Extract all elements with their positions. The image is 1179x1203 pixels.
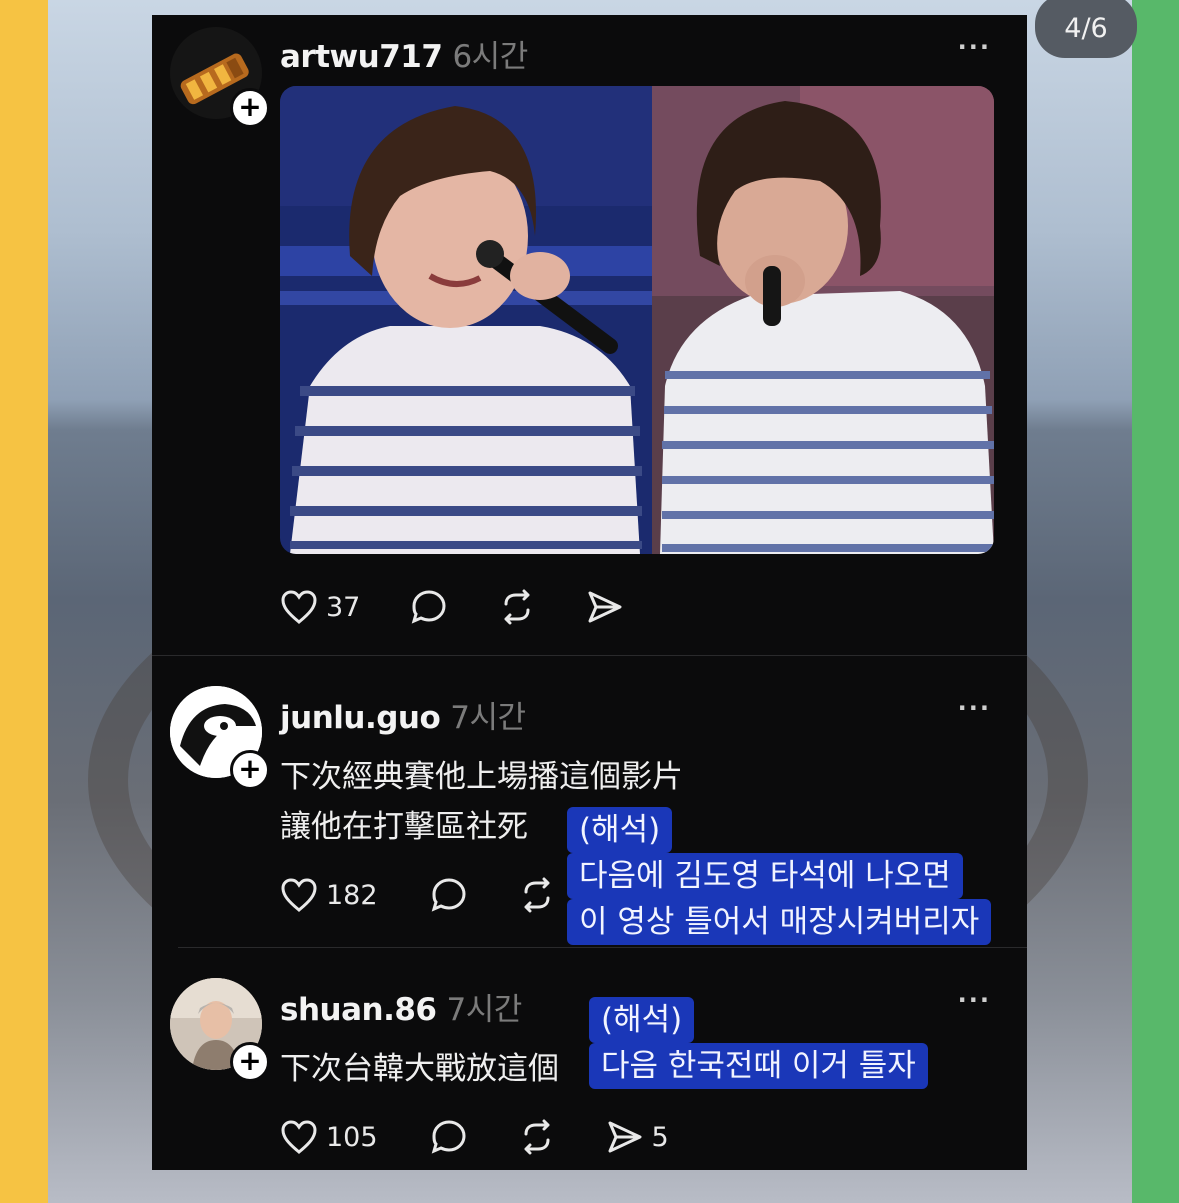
post-text-line-2: 讓他在打擊區社死 xyxy=(280,809,528,845)
username[interactable]: shuan.86 xyxy=(280,992,437,1028)
comment-button[interactable] xyxy=(430,876,468,914)
post-header: junlu.guo 7시간 xyxy=(280,692,526,737)
post-actions: 37 xyxy=(280,588,674,626)
share-count: 5 xyxy=(651,1121,669,1153)
more-options-icon[interactable]: ··· xyxy=(958,694,991,722)
comment-icon xyxy=(431,1120,466,1154)
share-button[interactable] xyxy=(586,589,624,625)
translation-line: 다음에 김도영 타석에 나오면 xyxy=(567,853,963,899)
post-header: shuan.86 7시간 xyxy=(280,984,522,1029)
like-button[interactable]: 105 xyxy=(280,1119,378,1155)
post-actions: 105 5 xyxy=(280,1118,719,1156)
post-time: 6시간 xyxy=(452,39,528,75)
post-artwu717: + artwu717 6시간 ··· 37 xyxy=(152,15,1027,655)
username[interactable]: junlu.guo xyxy=(280,700,441,736)
repost-icon xyxy=(524,1119,550,1155)
username[interactable]: artwu717 xyxy=(280,39,443,75)
translation-line: 다음 한국전때 이거 틀자 xyxy=(589,1043,928,1089)
page-counter: 4/6 xyxy=(1035,0,1137,58)
comment-button[interactable] xyxy=(410,588,448,626)
translation-label: (해석) xyxy=(589,997,695,1043)
follow-plus-icon[interactable]: + xyxy=(230,750,270,790)
translation-label: (해석) xyxy=(567,807,673,853)
post-image[interactable] xyxy=(280,86,994,554)
repost-button[interactable] xyxy=(518,876,556,914)
share-icon xyxy=(588,591,622,623)
post-header: artwu717 6시간 xyxy=(280,31,528,76)
post-actions: 182 xyxy=(280,876,606,914)
like-count: 182 xyxy=(326,879,378,911)
like-button[interactable]: 37 xyxy=(280,589,360,625)
heart-icon xyxy=(281,878,317,912)
heart-icon xyxy=(281,590,317,624)
post-text-line-1: 下次經典賽他上場播這個影片 xyxy=(280,759,683,795)
post-time: 7시간 xyxy=(450,700,526,736)
more-options-icon[interactable]: ··· xyxy=(958,986,991,1014)
comment-icon xyxy=(412,590,446,624)
post-text-line-1: 下次台韓大戰放這個 xyxy=(280,1051,559,1087)
comment-icon xyxy=(431,878,466,912)
repost-icon xyxy=(504,589,530,625)
like-button[interactable]: 182 xyxy=(280,877,378,913)
heart-icon xyxy=(281,1120,317,1154)
repost-button[interactable] xyxy=(498,588,536,626)
repost-button[interactable] xyxy=(518,1118,556,1156)
threads-screenshot: + artwu717 6시간 ··· 37 + junlu.guo 7시간 ··… xyxy=(152,15,1027,1170)
follow-plus-icon[interactable]: + xyxy=(230,88,270,128)
left-color-strip xyxy=(0,0,48,1203)
share-icon xyxy=(608,1121,642,1153)
like-count: 105 xyxy=(326,1121,378,1153)
share-button[interactable]: 5 xyxy=(606,1119,669,1155)
post-time: 7시간 xyxy=(446,992,523,1028)
comment-button[interactable] xyxy=(430,1118,468,1156)
follow-plus-icon[interactable]: + xyxy=(230,1042,270,1082)
more-options-icon[interactable]: ··· xyxy=(958,33,991,61)
like-count: 37 xyxy=(326,591,361,623)
translation-line: 이 영상 틀어서 매장시켜버리자 xyxy=(567,899,992,945)
repost-icon xyxy=(524,877,550,913)
right-color-strip xyxy=(1132,0,1179,1203)
